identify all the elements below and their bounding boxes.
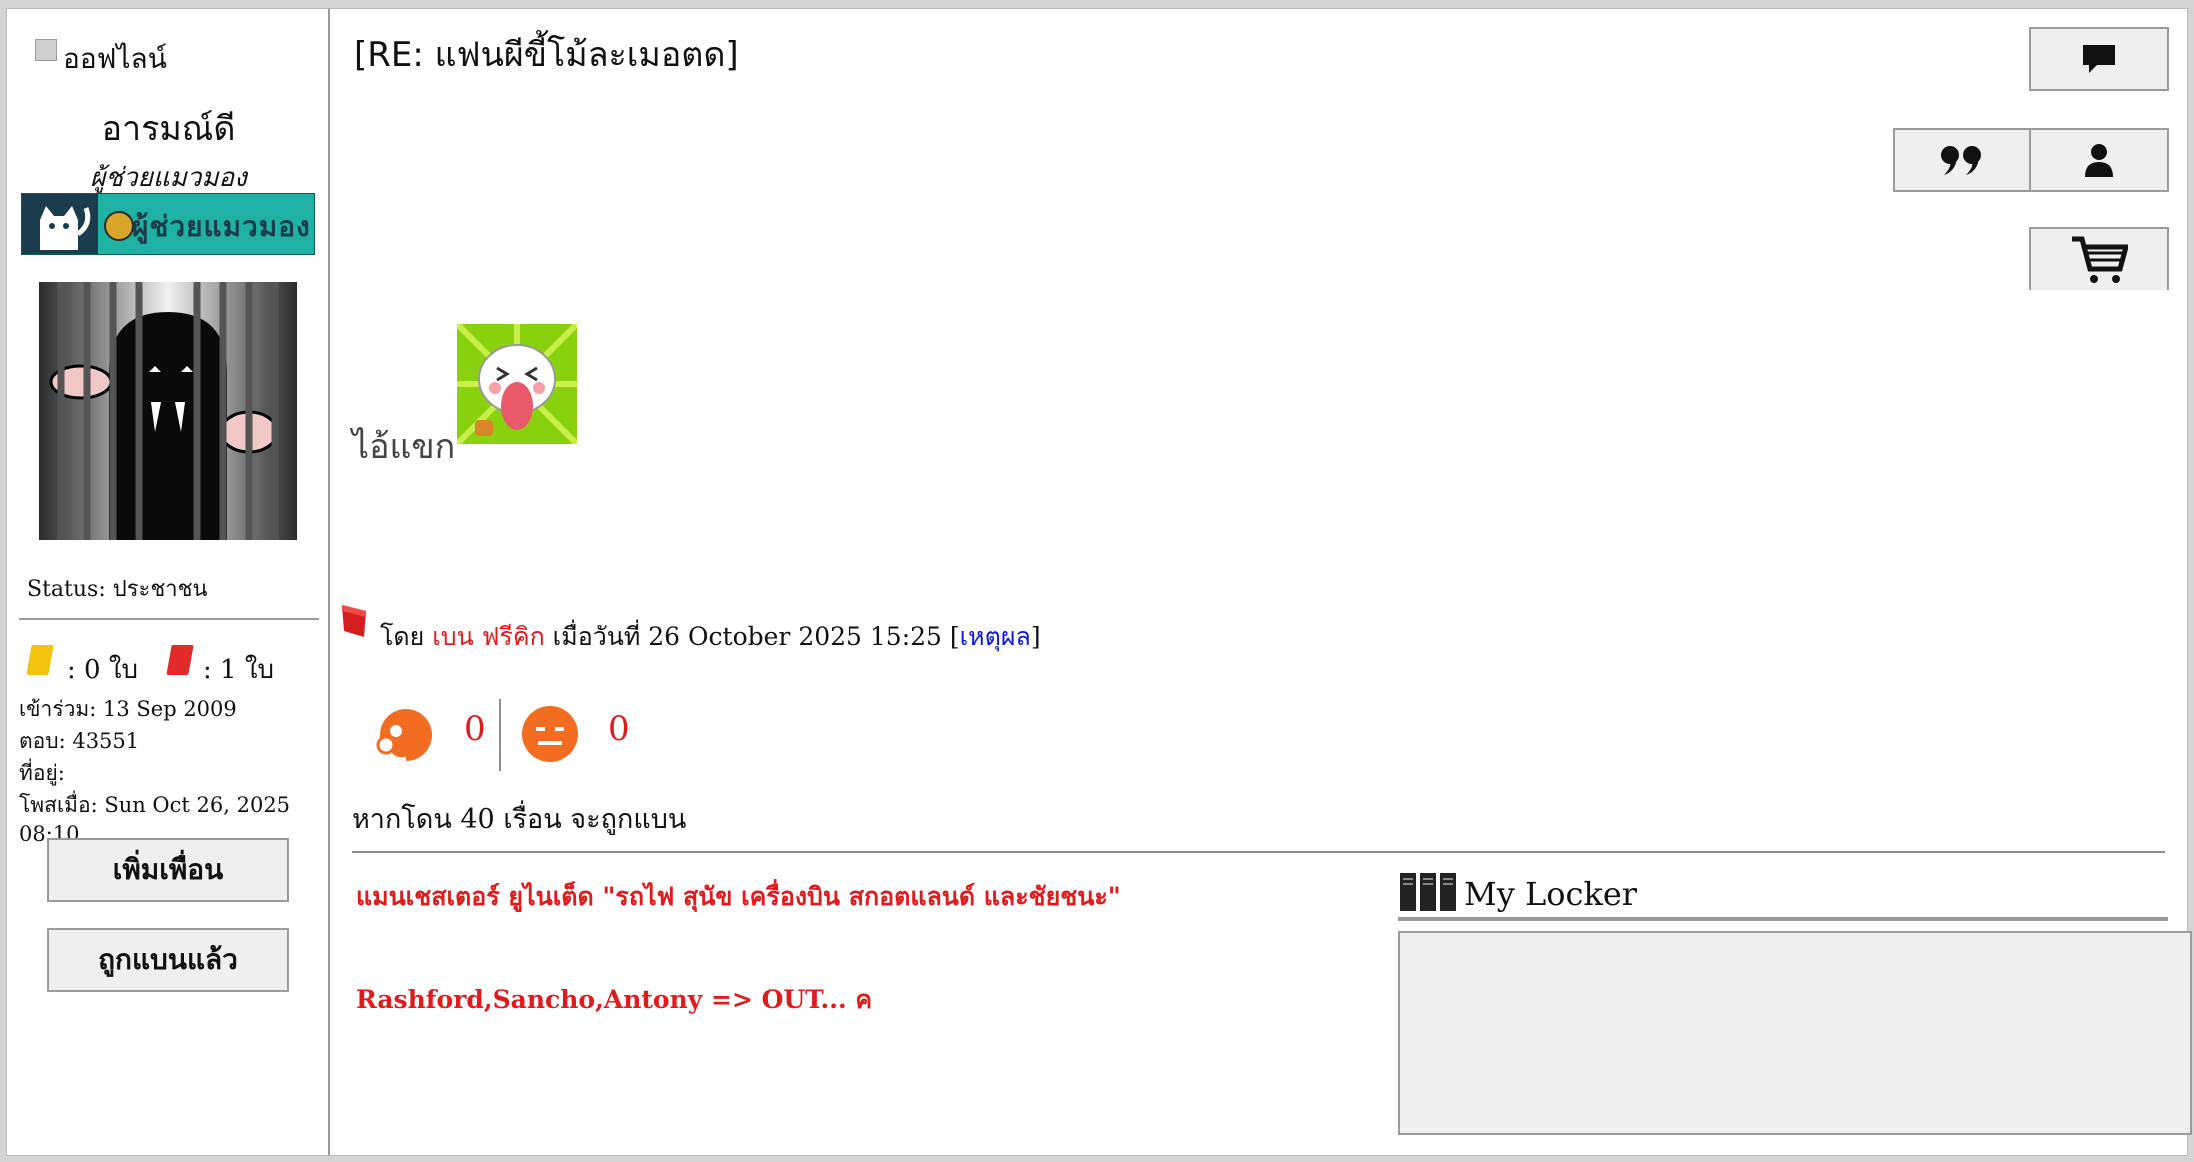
ban-reason-link[interactable]: เหตุผล xyxy=(960,622,1031,651)
add-friend-button[interactable]: เพิ่มเพื่อน xyxy=(47,838,289,902)
red-card-icon xyxy=(166,645,194,675)
red-card-flag-icon xyxy=(342,605,366,637)
quote-icon xyxy=(1941,146,1981,175)
cat-icon xyxy=(40,206,91,250)
username[interactable]: อารมณ์ดี xyxy=(7,101,330,155)
ban-note: หากโดน 40 เรื่อน จะถูกแบน xyxy=(352,804,687,835)
online-status: ออฟไลน์ xyxy=(63,42,167,75)
profile-icon xyxy=(2085,144,2113,177)
user-sidebar: ออฟไลน์ อารมณ์ดี ผู้ช่วยแมวมอง ผู้ช่วยแม… xyxy=(7,9,330,1155)
ban-suffix: ] xyxy=(1030,622,1041,651)
profile-button[interactable] xyxy=(2029,128,2169,192)
signature-divider xyxy=(352,851,2165,853)
offline-indicator xyxy=(35,39,57,61)
vote-divider xyxy=(499,699,501,771)
dislike-count: 0 xyxy=(608,709,630,749)
user-rank: ผู้ช่วยแมวมอง xyxy=(90,163,247,193)
moderator-name[interactable]: เบน ฟรีคิก xyxy=(432,622,544,651)
yellow-card-icon xyxy=(26,645,54,675)
ban-info: โดย เบน ฟรีคิก เมื่อวันที่ 26 October 20… xyxy=(342,605,1041,657)
locker-title: My Locker xyxy=(1464,875,1638,913)
quote-button[interactable] xyxy=(1893,128,2031,192)
yellow-card-count: : 0 ใบ xyxy=(67,655,139,685)
forum-post: ออฟไลน์ อารมณ์ดี ผู้ช่วยแมวมอง ผู้ช่วยแม… xyxy=(6,8,2192,1156)
comment-button[interactable] xyxy=(2029,27,2169,91)
cart-icon xyxy=(2072,236,2128,283)
like-icon[interactable] xyxy=(372,703,436,767)
like-count: 0 xyxy=(464,709,486,749)
rank-badge: ผู้ช่วยแมวมอง xyxy=(21,193,315,255)
user-signal: Status: ประชาชน xyxy=(27,577,208,602)
post-content: [RE: แฟนผีขี้โม้ละเมอตด] ไอ้แขก โดย เบน … xyxy=(332,9,2192,1155)
ban-date: เมื่อวันที่ 26 October 2025 15:25 [ xyxy=(552,622,960,651)
banned-button[interactable]: ถูกแบนแล้ว xyxy=(47,928,289,992)
post-title: [RE: แฟนผีขี้โม้ละเมอตด] xyxy=(354,35,739,75)
coin-icon xyxy=(104,211,134,241)
locker-divider xyxy=(1398,917,2168,921)
reply-count: ตอบ: 43551 xyxy=(19,729,140,753)
rank-badge-text: ผู้ช่วยแมวมอง xyxy=(132,210,311,243)
join-date: เข้าร่วม: 13 Sep 2009 xyxy=(19,697,237,721)
divider xyxy=(19,618,319,620)
signature-line-2: Rashford,Sancho,Antony => OUT... ค xyxy=(356,985,873,1014)
cart-button[interactable] xyxy=(2029,227,2169,290)
user-avatar[interactable] xyxy=(39,282,297,540)
ban-prefix: โดย xyxy=(380,622,425,651)
red-card-count: : 1 ใบ xyxy=(203,655,275,685)
location: ที่อยู่: xyxy=(19,761,65,785)
laughing-cat-emoticon xyxy=(457,324,577,444)
locker-icon xyxy=(1400,873,1456,911)
locker-content xyxy=(1398,931,2192,1135)
dislike-icon[interactable] xyxy=(519,703,581,765)
signature-line-1: แมนเชสเตอร์ ยูไนเต็ด "รถไฟ สุนัข เครื่อง… xyxy=(356,882,1121,911)
post-body-text: ไอ้แขก xyxy=(352,427,456,467)
comment-icon xyxy=(2083,45,2115,73)
